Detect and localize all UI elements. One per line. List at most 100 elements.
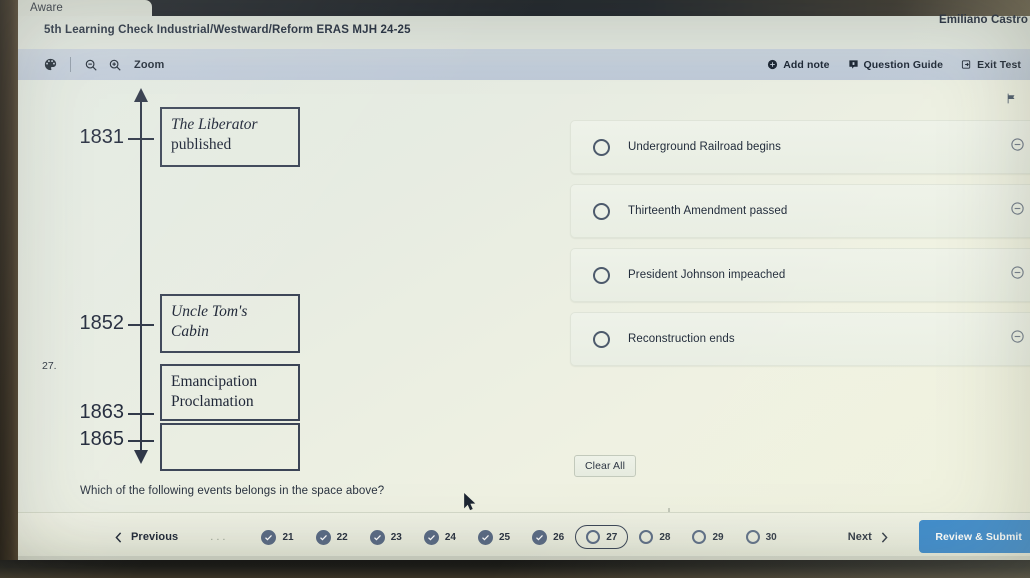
speech-bubble-icon — [848, 60, 858, 69]
laptop-bezel-bottom — [0, 560, 1030, 578]
question-nav-number: 30 — [765, 531, 777, 543]
circle-icon — [745, 530, 760, 544]
question-nav-number: 21 — [282, 531, 294, 543]
circle-icon — [692, 530, 707, 544]
radio-icon[interactable] — [593, 330, 610, 348]
answer-choice[interactable]: Underground Railroad begins — [570, 120, 1030, 174]
exit-test-label: Exit Test — [977, 58, 1021, 71]
browser-tab-strip — [18, 0, 1030, 16]
timeline-year-label: 1852 — [79, 312, 125, 334]
question-number: 27. — [42, 360, 57, 372]
timeline-diagram: 1831 The Liberator published 1852 Uncle … — [62, 88, 532, 490]
clear-all-button[interactable]: Clear All — [574, 455, 636, 477]
timeline-event-line1: Emancipation — [171, 373, 258, 390]
toolbar-right-group: Add note Question Guide Exit Test — [758, 49, 1030, 80]
radio-icon[interactable] — [593, 202, 610, 220]
question-nav-item[interactable]: 30 — [735, 525, 788, 549]
radio-icon[interactable] — [593, 266, 610, 284]
chevron-right-icon — [881, 531, 888, 543]
review-and-submit-button[interactable]: Review & Submit — [919, 520, 1030, 553]
zoom-out-icon[interactable] — [79, 53, 103, 77]
question-nav-item[interactable]: 24 — [413, 525, 467, 550]
answer-choice[interactable]: Thirteenth Amendment passed — [570, 184, 1030, 238]
answer-choice-label: Thirteenth Amendment passed — [628, 205, 788, 217]
question-guide-label: Question Guide — [863, 58, 944, 71]
zoom-label: Zoom — [134, 58, 165, 71]
photo-of-screen: Aware 5th Learning Check Industrial/West… — [0, 0, 1030, 578]
question-nav-number: 22 — [336, 531, 348, 543]
question-nav-item[interactable]: 22 — [305, 525, 359, 550]
radio-icon[interactable] — [593, 138, 610, 156]
timeline-axis — [140, 98, 142, 460]
check-circle-icon — [261, 529, 277, 545]
question-nav-number: 23 — [390, 531, 402, 543]
timeline-tick — [128, 138, 154, 140]
next-button[interactable]: Next — [848, 531, 888, 543]
browser-tab-label: Aware — [30, 2, 63, 14]
question-nav-item-current[interactable]: 27 — [575, 525, 629, 549]
timeline-event-line2: Proclamation — [171, 392, 254, 410]
minus-circle-icon[interactable] — [1010, 137, 1025, 157]
previous-label: Previous — [131, 531, 179, 543]
add-note-button[interactable]: Add note — [758, 49, 838, 80]
exit-arrow-icon — [962, 60, 971, 69]
timeline-event-line1: Uncle Tom's — [171, 303, 248, 320]
check-circle-icon — [477, 529, 493, 545]
toolbar-left-group: Zoom — [38, 49, 164, 80]
answer-choice-label: President Johnson impeached — [628, 269, 786, 281]
add-note-label: Add note — [783, 58, 830, 71]
timeline-event-line2: published — [171, 135, 232, 153]
page-title: 5th Learning Check Industrial/Westward/R… — [44, 24, 411, 36]
timeline-year-label: 1863 — [79, 401, 125, 423]
minus-circle-icon[interactable] — [1010, 201, 1025, 221]
flag-icon[interactable] — [1005, 92, 1018, 110]
question-nav-number: 28 — [659, 531, 671, 543]
check-circle-icon — [315, 529, 331, 545]
minus-circle-icon[interactable] — [1010, 265, 1025, 285]
question-nav-number: 27 — [606, 531, 618, 543]
zoom-in-icon[interactable] — [103, 53, 127, 77]
plus-circle-icon — [768, 59, 778, 70]
next-label: Next — [847, 531, 872, 543]
question-nav-number: 25 — [498, 531, 511, 543]
circle-icon — [586, 530, 601, 544]
timeline-year-label: 1865 — [79, 428, 125, 450]
question-nav-item[interactable]: 25 — [467, 525, 521, 550]
timeline-event-box: Emancipation Proclamation — [160, 364, 300, 421]
question-nav-item[interactable]: 23 — [359, 525, 413, 550]
question-nav-item[interactable]: 21 — [250, 525, 304, 550]
bottom-navigation-bar: Previous ... 21 22 23 24 25 26 27 28 29 … — [18, 512, 1030, 560]
timeline-tick — [128, 440, 154, 442]
answer-choice-label: Underground Railroad begins — [628, 141, 781, 153]
question-nav-item[interactable]: 26 — [521, 525, 575, 550]
minus-circle-icon[interactable] — [1010, 329, 1025, 349]
question-nav-item[interactable]: 29 — [681, 525, 734, 549]
palette-icon[interactable] — [38, 53, 62, 77]
check-circle-icon — [423, 529, 439, 545]
check-circle-icon — [532, 529, 548, 545]
laptop-bezel-left — [0, 0, 18, 578]
timeline-event-line1: The Liberator — [171, 116, 258, 133]
circle-icon — [639, 530, 654, 544]
timeline-event-line2: Cabin — [171, 322, 209, 340]
question-nav-item[interactable]: 28 — [628, 525, 681, 549]
answer-choice[interactable]: President Johnson impeached — [570, 248, 1030, 302]
timeline-year-label: 1831 — [79, 126, 125, 148]
timeline-arrow-down-icon — [134, 450, 148, 464]
answer-choice-list: Underground Railroad begins Thirteenth A… — [570, 120, 1030, 376]
check-circle-icon — [369, 529, 385, 545]
mouse-cursor — [464, 493, 477, 516]
question-guide-button[interactable]: Question Guide — [839, 49, 953, 80]
toolbar-divider — [70, 57, 71, 72]
answer-choice[interactable]: Reconstruction ends — [570, 312, 1030, 366]
previous-button[interactable]: Previous — [115, 531, 178, 543]
question-nav-number: 24 — [444, 531, 456, 543]
question-nav-number: 26 — [553, 531, 565, 543]
timeline-tick — [128, 413, 154, 415]
exit-test-button[interactable]: Exit Test — [952, 49, 1030, 80]
user-name: Emiliano Castro — [938, 14, 1028, 26]
chevron-left-icon — [115, 531, 122, 543]
laptop-screen: Aware 5th Learning Check Industrial/West… — [18, 0, 1030, 560]
tab-strip-empty-area — [151, 0, 1030, 16]
nav-ellipsis[interactable]: ... — [210, 531, 228, 543]
